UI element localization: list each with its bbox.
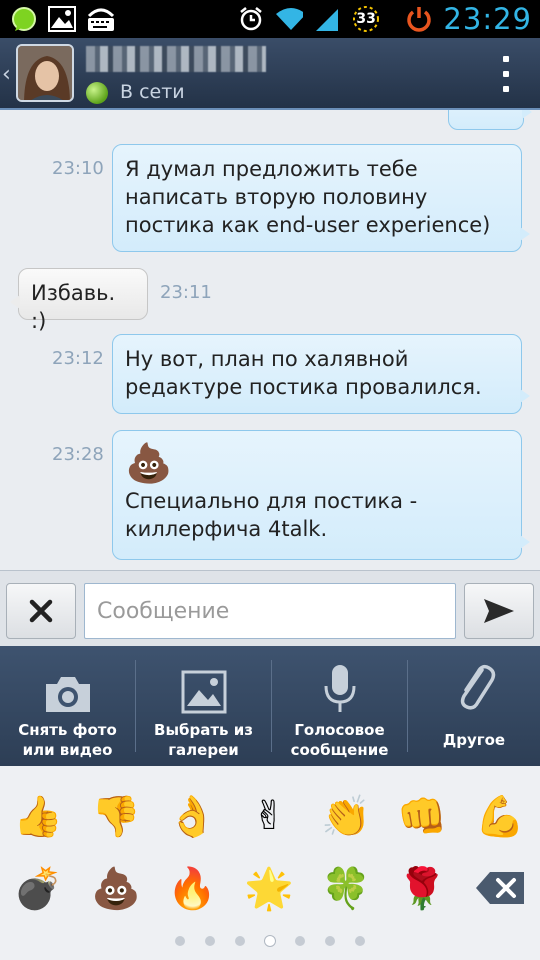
message-text: Я думал предложить тебе написать вторую … bbox=[125, 157, 491, 237]
composer-bar bbox=[0, 570, 540, 646]
star-emoji[interactable]: 🌟 bbox=[239, 858, 299, 918]
gallery-icon bbox=[48, 5, 76, 33]
badge-number: 33 bbox=[356, 11, 376, 27]
other-attachment-button[interactable]: Другое bbox=[408, 646, 540, 766]
page-dot-active[interactable] bbox=[265, 936, 275, 946]
camera-icon bbox=[45, 677, 90, 712]
backspace-icon bbox=[476, 872, 524, 904]
avatar[interactable] bbox=[16, 44, 74, 102]
clover-emoji[interactable]: 🍀 bbox=[316, 858, 376, 918]
fire-emoji[interactable]: 🔥 bbox=[162, 858, 222, 918]
close-icon bbox=[29, 599, 53, 623]
keyboard-icon bbox=[86, 5, 114, 33]
message-text: Ну вот, план по халявной редактуре пости… bbox=[125, 347, 482, 399]
message-bubble[interactable]: Ну вот, план по халявной редактуре пости… bbox=[112, 334, 530, 414]
page-dot[interactable] bbox=[175, 936, 185, 946]
attach-label: Другое bbox=[442, 731, 506, 749]
bomb-emoji[interactable]: 💣 bbox=[8, 858, 68, 918]
take-photo-button[interactable]: Снять фото или видео bbox=[0, 646, 135, 766]
message-text: Специально для постика - киллерфича 4tal… bbox=[125, 489, 418, 541]
message-bubble[interactable]: 💩 Специально для постика - киллерфича 4t… bbox=[112, 430, 530, 560]
close-button[interactable] bbox=[6, 583, 76, 639]
rose-emoji[interactable]: 🌹 bbox=[392, 858, 452, 918]
poop-emoji-icon: 💩 bbox=[125, 441, 173, 485]
message-time: 23:10 bbox=[52, 158, 104, 179]
message-list[interactable]: 23:10 Я думал предложить тебе написать в… bbox=[0, 110, 540, 570]
data-badge: 33 bbox=[351, 4, 381, 34]
attach-label: Снять фото или видео bbox=[18, 721, 117, 759]
alarm-icon bbox=[237, 5, 265, 33]
message-input[interactable] bbox=[84, 583, 456, 639]
power-icon bbox=[405, 5, 433, 33]
clock: 23:29 bbox=[443, 2, 532, 36]
chat-header: ‹ В сети bbox=[0, 38, 540, 110]
page-dot[interactable] bbox=[205, 936, 215, 946]
back-chevron-icon[interactable]: ‹ bbox=[2, 62, 11, 87]
online-status-icon bbox=[86, 82, 108, 104]
message-text: Избавь. :) bbox=[31, 281, 116, 333]
backspace-button[interactable] bbox=[474, 870, 526, 906]
message-bubble[interactable]: Я думал предложить тебе написать вторую … bbox=[112, 144, 530, 252]
contact-status: В сети bbox=[120, 81, 185, 103]
gallery-icon bbox=[181, 670, 226, 714]
signal-icon bbox=[313, 5, 341, 33]
thumbs-up-emoji[interactable]: 👍 bbox=[8, 786, 68, 846]
page-dot[interactable] bbox=[235, 936, 245, 946]
paperclip-icon bbox=[460, 664, 496, 710]
message-bubble[interactable]: Избавь. :) bbox=[10, 268, 148, 333]
message-time: 23:28 bbox=[52, 444, 104, 465]
wifi-icon bbox=[275, 5, 304, 33]
ok-hand-emoji[interactable]: 👌 bbox=[162, 786, 222, 846]
status-bar: 33 23:29 bbox=[0, 0, 540, 38]
page-dot[interactable] bbox=[295, 936, 305, 946]
choose-from-gallery-button[interactable]: Выбрать из галереи bbox=[136, 646, 271, 766]
message-time: 23:11 bbox=[160, 282, 212, 303]
message-time: 23:12 bbox=[52, 348, 104, 369]
fist-emoji[interactable]: 👊 bbox=[392, 786, 452, 846]
thumbs-down-emoji[interactable]: 👎 bbox=[86, 786, 146, 846]
poop-emoji[interactable]: 💩 bbox=[86, 858, 146, 918]
microphone-icon bbox=[324, 665, 355, 712]
attach-label: Выбрать из галереи bbox=[154, 721, 253, 759]
voice-message-button[interactable]: Голосовое сообщение bbox=[272, 646, 407, 766]
attach-label: Голосовое сообщение bbox=[290, 721, 389, 759]
page-dot[interactable] bbox=[325, 936, 335, 946]
contact-name-redacted bbox=[86, 46, 266, 72]
send-button[interactable] bbox=[464, 583, 534, 639]
send-icon bbox=[484, 599, 514, 623]
chat-status-icon bbox=[10, 5, 38, 33]
emoji-page-indicator bbox=[0, 936, 540, 946]
clapping-hands-emoji[interactable]: 👏 bbox=[316, 786, 376, 846]
attachment-bar: Снять фото или видео Выбрать из галереи … bbox=[0, 646, 540, 766]
victory-hand-emoji[interactable]: ✌ bbox=[239, 786, 299, 846]
overflow-menu-button[interactable] bbox=[502, 56, 510, 92]
message-bubble-partial bbox=[448, 110, 532, 130]
page-dot[interactable] bbox=[355, 936, 365, 946]
flexed-biceps-emoji[interactable]: 💪 bbox=[470, 786, 530, 846]
